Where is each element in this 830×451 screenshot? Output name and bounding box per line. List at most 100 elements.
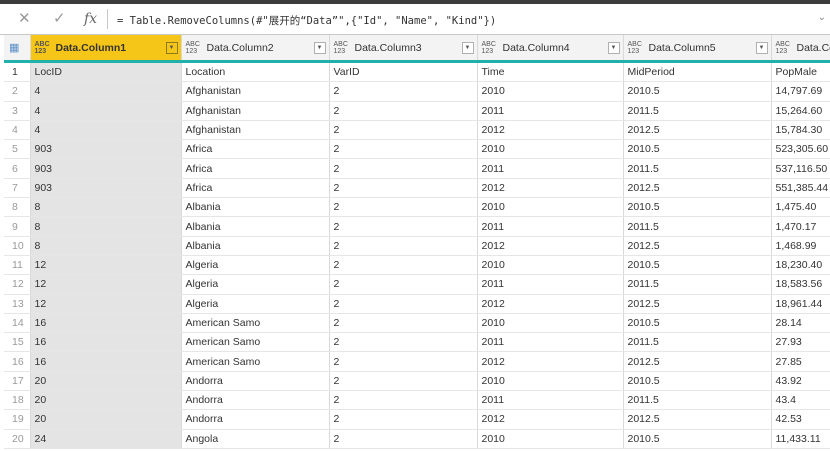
- any-type-icon[interactable]: ABC 123: [186, 41, 202, 55]
- table-cell[interactable]: 4: [30, 120, 182, 141]
- table-cell[interactable]: Afghanistan: [181, 81, 330, 102]
- table-cell[interactable]: 2: [329, 101, 478, 121]
- table-cell[interactable]: 2: [329, 139, 478, 160]
- column-header-1[interactable]: ABC 123 Data.Column1 ▼: [30, 35, 182, 63]
- table-cell[interactable]: Africa: [181, 139, 330, 160]
- row-number[interactable]: 11: [4, 255, 31, 276]
- table-cell[interactable]: 1,470.17: [771, 216, 830, 237]
- any-type-icon[interactable]: ABC 123: [334, 41, 350, 55]
- table-cell[interactable]: 2012.5: [623, 294, 772, 314]
- column-filter-dropdown-icon[interactable]: ▼: [755, 42, 768, 54]
- column-header-4[interactable]: ABC 123 Data.Column4 ▼: [477, 35, 624, 63]
- expand-formula-bar-icon[interactable]: ⌄: [818, 12, 826, 23]
- table-cell[interactable]: 2010: [477, 81, 624, 102]
- table-cell[interactable]: 2011.5: [623, 274, 772, 295]
- table-cell[interactable]: 14,797.69: [771, 81, 830, 102]
- table-cell[interactable]: 16: [30, 332, 182, 353]
- commit-formula-icon[interactable]: ✓: [53, 11, 66, 27]
- table-cell[interactable]: 1,468.99: [771, 236, 830, 256]
- row-number[interactable]: 13: [4, 294, 31, 314]
- table-cell[interactable]: Albania: [181, 236, 330, 256]
- table-cell[interactable]: 2010: [477, 139, 624, 160]
- table-cell[interactable]: 2010.5: [623, 255, 772, 276]
- table-cell[interactable]: 2012: [477, 236, 624, 256]
- table-cell[interactable]: 15,264.60: [771, 101, 830, 121]
- column-filter-dropdown-icon[interactable]: ▼: [313, 42, 326, 54]
- any-type-icon[interactable]: ABC 123: [482, 41, 498, 55]
- table-cell[interactable]: 2010: [477, 255, 624, 276]
- table-cell[interactable]: 2: [329, 429, 478, 449]
- any-type-icon[interactable]: ABC 123: [628, 41, 644, 55]
- table-cell[interactable]: 8: [30, 236, 182, 256]
- table-cell[interactable]: 2: [329, 371, 478, 392]
- row-number[interactable]: 20: [4, 429, 31, 449]
- row-number[interactable]: 2: [4, 81, 31, 102]
- table-cell[interactable]: 2010.5: [623, 429, 772, 449]
- table-cell[interactable]: 2011.5: [623, 216, 772, 237]
- column-filter-dropdown-icon[interactable]: ▼: [461, 42, 474, 54]
- row-number[interactable]: 15: [4, 332, 31, 353]
- table-cell[interactable]: 18,961.44: [771, 294, 830, 314]
- table-cell[interactable]: 2011.5: [623, 101, 772, 121]
- table-cell[interactable]: Algeria: [181, 294, 330, 314]
- table-cell[interactable]: 20: [30, 409, 182, 430]
- table-cell[interactable]: 4: [30, 81, 182, 102]
- table-cell[interactable]: 20: [30, 390, 182, 411]
- row-number[interactable]: 17: [4, 371, 31, 392]
- table-cell[interactable]: 2: [329, 409, 478, 430]
- table-cell[interactable]: Africa: [181, 178, 330, 199]
- formula-input[interactable]: = Table.RemoveColumns(#"展开的“Data”",{"Id"…: [117, 13, 496, 28]
- table-cell[interactable]: 2011: [477, 332, 624, 353]
- column-header-6[interactable]: ABC123Data.Col▼: [771, 35, 830, 63]
- table-cell[interactable]: 43.92: [771, 371, 830, 392]
- table-cell[interactable]: 2010: [477, 371, 624, 392]
- table-cell[interactable]: 903: [30, 139, 182, 160]
- table-cell[interactable]: 11,433.11: [771, 429, 830, 449]
- table-cell[interactable]: 15,784.30: [771, 120, 830, 141]
- row-number[interactable]: 14: [4, 313, 31, 334]
- table-cell[interactable]: American Samo: [181, 313, 330, 334]
- table-cell[interactable]: 2: [329, 236, 478, 256]
- table-cell[interactable]: 2012.5: [623, 178, 772, 199]
- table-cell[interactable]: 42.53: [771, 409, 830, 430]
- table-cell[interactable]: 16: [30, 313, 182, 334]
- table-cell[interactable]: 2: [329, 197, 478, 218]
- table-cell[interactable]: 2012.5: [623, 120, 772, 141]
- table-cell[interactable]: 2: [329, 158, 478, 179]
- table-cell[interactable]: 2011: [477, 274, 624, 295]
- table-cell[interactable]: 2010.5: [623, 313, 772, 334]
- table-cell[interactable]: 8: [30, 216, 182, 237]
- table-cell[interactable]: 2011: [477, 158, 624, 179]
- table-cell[interactable]: 2: [329, 332, 478, 353]
- table-cell[interactable]: 2: [329, 255, 478, 276]
- table-cell[interactable]: 12: [30, 255, 182, 276]
- table-cell[interactable]: 2011.5: [623, 390, 772, 411]
- table-cell[interactable]: 551,385.44: [771, 178, 830, 199]
- table-cell[interactable]: 2012.5: [623, 351, 772, 372]
- table-cell[interactable]: Algeria: [181, 274, 330, 295]
- table-cell[interactable]: 20: [30, 371, 182, 392]
- table-cell[interactable]: American Samo: [181, 332, 330, 353]
- table-cell[interactable]: Afghanistan: [181, 120, 330, 141]
- table-cell[interactable]: Africa: [181, 158, 330, 179]
- table-cell[interactable]: Algeria: [181, 255, 330, 276]
- row-number[interactable]: 4: [4, 120, 31, 141]
- table-cell[interactable]: 2010.5: [623, 371, 772, 392]
- cancel-formula-icon[interactable]: ✕: [18, 11, 31, 27]
- row-number[interactable]: 9: [4, 216, 31, 237]
- table-cell[interactable]: 2011.5: [623, 158, 772, 179]
- table-cell[interactable]: Time: [477, 61, 624, 83]
- table-cell[interactable]: Andorra: [181, 371, 330, 392]
- table-cell[interactable]: Albania: [181, 197, 330, 218]
- table-cell[interactable]: 2: [329, 294, 478, 314]
- table-cell[interactable]: 28.14: [771, 313, 830, 334]
- table-cell[interactable]: 12: [30, 294, 182, 314]
- table-cell[interactable]: 2012: [477, 409, 624, 430]
- table-cell[interactable]: Location: [181, 61, 330, 83]
- table-menu-corner[interactable]: ▦: [4, 35, 31, 63]
- table-cell[interactable]: 2010.5: [623, 197, 772, 218]
- table-cell[interactable]: 2012: [477, 294, 624, 314]
- table-cell[interactable]: 18,230.40: [771, 255, 830, 276]
- table-cell[interactable]: 27.93: [771, 332, 830, 353]
- table-cell[interactable]: 2012: [477, 351, 624, 372]
